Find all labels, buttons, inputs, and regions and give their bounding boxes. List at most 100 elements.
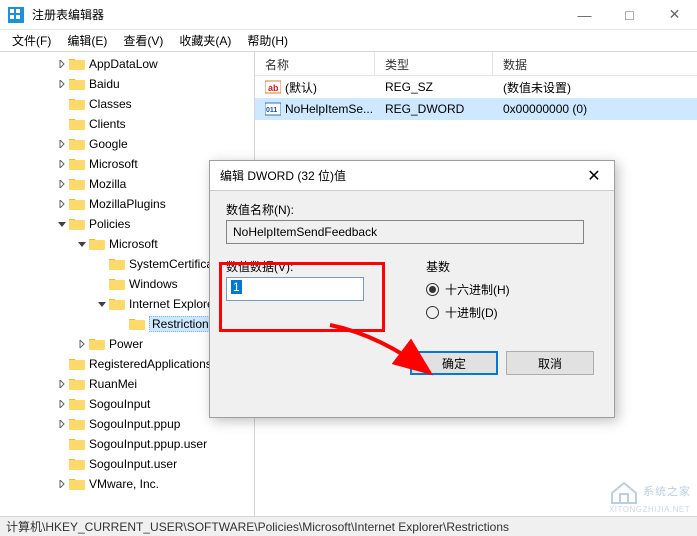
value-name-label: 数值名称(N): xyxy=(226,201,598,218)
folder-icon xyxy=(69,117,85,131)
watermark: 系统之家 XITONGZHIJIA.NET xyxy=(609,479,691,514)
tree-item-label: Baidu xyxy=(89,77,120,91)
folder-icon xyxy=(69,477,85,491)
list-row[interactable]: ab (默认) REG_SZ(数值未设置) xyxy=(255,76,697,98)
tree-item-label: Google xyxy=(89,137,128,151)
menu-help[interactable]: 帮助(H) xyxy=(239,30,296,51)
close-button[interactable]: ✕ xyxy=(652,0,697,30)
ok-button[interactable]: 确定 xyxy=(410,351,498,375)
minimize-button[interactable]: — xyxy=(562,0,607,30)
value-data-text: 1 xyxy=(231,280,242,294)
chevron-right-icon[interactable] xyxy=(55,420,69,428)
cell-name: ab (默认) xyxy=(255,77,375,98)
chevron-right-icon[interactable] xyxy=(55,200,69,208)
cell-type: REG_DWORD xyxy=(375,100,493,118)
tree-item-label: Classes xyxy=(89,97,132,111)
cancel-button[interactable]: 取消 xyxy=(506,351,594,375)
cell-data: 0x00000000 (0) xyxy=(493,100,697,118)
folder-icon xyxy=(89,237,105,251)
titlebar: 注册表编辑器 — □ ✕ xyxy=(0,0,697,30)
tree-item-label: Microsoft xyxy=(109,237,158,251)
cell-data: (数值未设置) xyxy=(493,77,697,98)
tree-item[interactable]: Clients xyxy=(0,114,254,134)
radix-label: 基数 xyxy=(426,258,510,275)
svg-text:ab: ab xyxy=(268,83,279,93)
tree-item-label: Power xyxy=(109,337,143,351)
chevron-right-icon[interactable] xyxy=(55,160,69,168)
radio-icon xyxy=(426,306,439,319)
value-data-label: 数值数据(V): xyxy=(226,258,406,275)
tree-item-label: Mozilla xyxy=(89,177,126,191)
tree-item-label: Windows xyxy=(129,277,178,291)
tree-item-label: RuanMei xyxy=(89,377,137,391)
chevron-right-icon[interactable] xyxy=(55,80,69,88)
tree-item-label: RegisteredApplications xyxy=(89,357,212,371)
tree-item[interactable]: Baidu xyxy=(0,74,254,94)
tree-item-label: Internet Explorer xyxy=(129,297,218,311)
dialog-close-button[interactable]: ✕ xyxy=(574,161,614,191)
folder-icon xyxy=(69,97,85,111)
column-data[interactable]: 数据 xyxy=(493,52,697,75)
folder-icon xyxy=(69,377,85,391)
folder-icon xyxy=(69,357,85,371)
menu-edit[interactable]: 编辑(E) xyxy=(59,30,115,51)
chevron-down-icon[interactable] xyxy=(75,240,89,248)
folder-icon xyxy=(69,77,85,91)
value-name-text: NoHelpItemSendFeedback xyxy=(233,225,377,239)
chevron-right-icon[interactable] xyxy=(55,60,69,68)
window-controls: — □ ✕ xyxy=(562,0,697,30)
folder-icon xyxy=(69,137,85,151)
radio-icon xyxy=(426,283,439,296)
dialog-titlebar: 编辑 DWORD (32 位)值 ✕ xyxy=(210,161,614,191)
dialog-title: 编辑 DWORD (32 位)值 xyxy=(220,167,574,184)
tree-item-label: SogouInput xyxy=(89,397,150,411)
column-type[interactable]: 类型 xyxy=(375,52,493,75)
cell-name: 011NoHelpItemSe... xyxy=(255,99,375,119)
tree-item[interactable]: Classes xyxy=(0,94,254,114)
chevron-right-icon[interactable] xyxy=(55,480,69,488)
folder-icon xyxy=(69,177,85,191)
value-data-input[interactable]: 1 xyxy=(226,277,364,301)
binary-value-icon: 011 xyxy=(265,101,281,117)
tree-item[interactable]: SogouInput.ppup.user xyxy=(0,434,254,454)
statusbar: 计算机\HKEY_CURRENT_USER\SOFTWARE\Policies\… xyxy=(0,516,697,536)
folder-icon xyxy=(129,317,145,331)
menu-file[interactable]: 文件(F) xyxy=(4,30,59,51)
tree-item-label: SogouInput.ppup xyxy=(89,417,180,431)
value-name-field: NoHelpItemSendFeedback xyxy=(226,220,584,244)
chevron-right-icon[interactable] xyxy=(55,400,69,408)
tree-item-label: Restrictions xyxy=(149,316,218,332)
list-row[interactable]: 011NoHelpItemSe...REG_DWORD0x00000000 (0… xyxy=(255,98,697,120)
menu-view[interactable]: 查看(V) xyxy=(115,30,171,51)
radix-hex-label: 十六进制(H) xyxy=(445,281,510,298)
tree-item-label: SogouInput.ppup.user xyxy=(89,437,207,451)
string-value-icon: ab xyxy=(265,79,281,95)
chevron-right-icon[interactable] xyxy=(55,140,69,148)
column-name[interactable]: 名称 xyxy=(255,52,375,75)
tree-item-label: AppDataLow xyxy=(89,57,158,71)
chevron-right-icon[interactable] xyxy=(75,340,89,348)
chevron-down-icon[interactable] xyxy=(95,300,109,308)
menu-favorites[interactable]: 收藏夹(A) xyxy=(171,30,239,51)
cell-type: REG_SZ xyxy=(375,78,493,96)
tree-item-label: Microsoft xyxy=(89,157,138,171)
chevron-down-icon[interactable] xyxy=(55,220,69,228)
cell-name-text: (默认) xyxy=(285,79,317,96)
tree-item-label: VMware, Inc. xyxy=(89,477,159,491)
tree-item-label: SogouInput.user xyxy=(89,457,177,471)
chevron-right-icon[interactable] xyxy=(55,180,69,188)
radix-dec-radio[interactable]: 十进制(D) xyxy=(426,304,510,321)
folder-icon xyxy=(89,337,105,351)
statusbar-path: 计算机\HKEY_CURRENT_USER\SOFTWARE\Policies\… xyxy=(6,518,509,535)
chevron-right-icon[interactable] xyxy=(55,380,69,388)
radix-dec-label: 十进制(D) xyxy=(445,304,498,321)
maximize-button[interactable]: □ xyxy=(607,0,652,30)
tree-item[interactable]: AppDataLow xyxy=(0,54,254,74)
tree-item[interactable]: VMware, Inc. xyxy=(0,474,254,494)
svg-text:011: 011 xyxy=(266,107,277,114)
folder-icon xyxy=(69,417,85,431)
radix-hex-radio[interactable]: 十六进制(H) xyxy=(426,281,510,298)
tree-item[interactable]: Google xyxy=(0,134,254,154)
tree-item[interactable]: SogouInput.user xyxy=(0,454,254,474)
folder-icon xyxy=(69,437,85,451)
